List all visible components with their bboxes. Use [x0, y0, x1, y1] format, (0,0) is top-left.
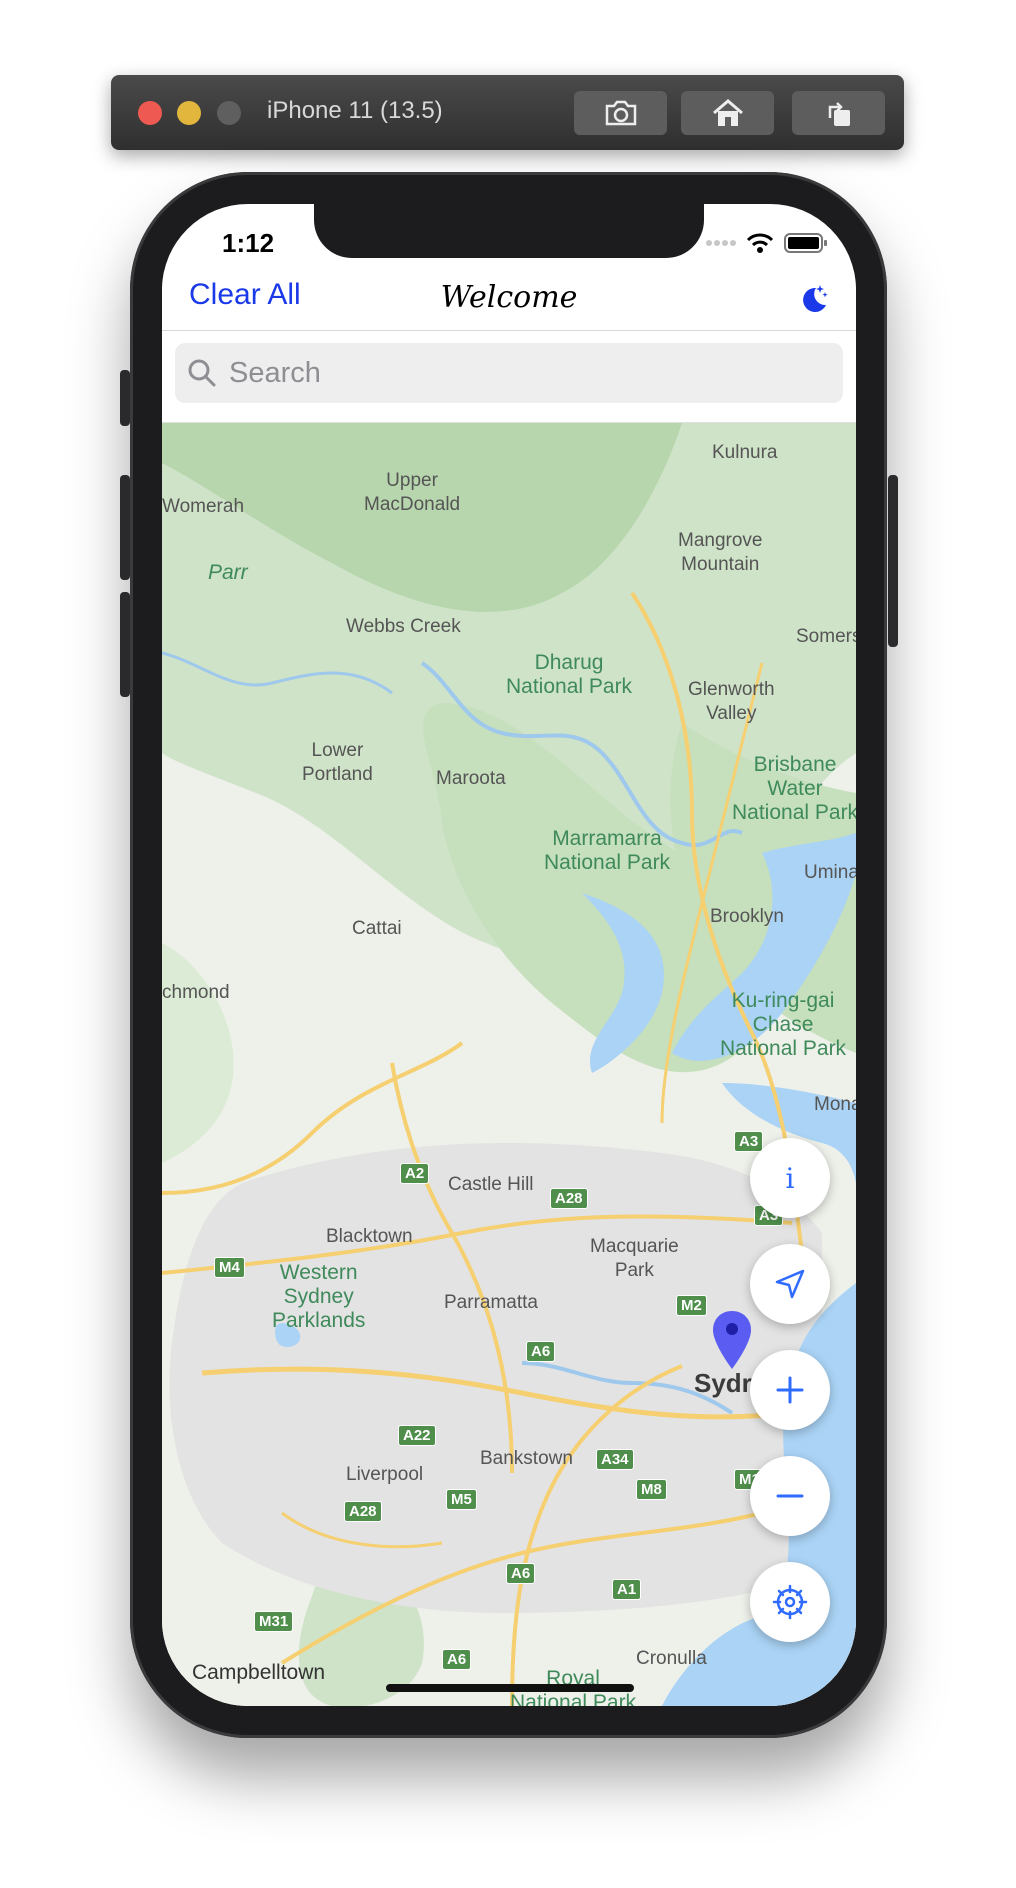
simulator-toolbar: iPhone 11 (13.5) [111, 75, 904, 150]
info-button[interactable]: i [750, 1138, 830, 1218]
zoom-window-button[interactable] [217, 101, 241, 125]
zoom-in-icon [776, 1376, 804, 1404]
road-shield: A34 [596, 1449, 634, 1470]
road-shield: A28 [344, 1501, 382, 1522]
map-label: Maroota [436, 768, 506, 789]
map-label: Upper MacDonald [364, 470, 461, 515]
road-shield: A3 [734, 1131, 764, 1152]
volume-up-button [120, 475, 130, 580]
power-button [888, 475, 898, 647]
map-label: Lower Portland [302, 740, 373, 785]
map-terrain [162, 423, 856, 1706]
home-icon [712, 99, 743, 126]
map-label: Glenworth Valley [688, 679, 775, 724]
road-shield: A2 [400, 1163, 430, 1184]
navigation-bar: Clear All Welcome [162, 270, 856, 331]
page-title: Welcome [440, 280, 578, 315]
current-location-button[interactable] [750, 1244, 830, 1324]
map-label: Womerah [162, 496, 245, 517]
map-label: Brisbane Water National Park [732, 753, 856, 824]
location-arrow-icon [775, 1269, 805, 1299]
map-label: Campbelltown [192, 1661, 326, 1684]
home-indicator[interactable] [386, 1684, 634, 1692]
map-label: Brooklyn [710, 906, 784, 927]
map-label: Liverpool [346, 1464, 424, 1485]
map-label: Castle Hill [448, 1174, 534, 1195]
simulator-title: iPhone 11 (13.5) [267, 97, 443, 124]
map-label: Webbs Creek [346, 616, 461, 637]
settings-icon [772, 1584, 808, 1620]
road-shield: A6 [442, 1649, 472, 1670]
close-window-button[interactable] [138, 101, 162, 125]
silent-switch [120, 370, 130, 426]
search-field[interactable] [175, 343, 843, 403]
map-label: Cattai [352, 918, 402, 939]
minimize-window-button[interactable] [177, 101, 201, 125]
map-label: Dharug National Park [506, 651, 633, 698]
map-label: Kulnura [712, 442, 778, 463]
map-label: Umina [804, 862, 856, 883]
map-label: Sydr [694, 1368, 752, 1398]
road-shield: M4 [214, 1257, 245, 1278]
camera-icon [605, 100, 636, 126]
road-shield: A6 [506, 1563, 536, 1584]
map-label: Somers [796, 626, 856, 647]
location-pin-icon[interactable] [711, 1309, 753, 1371]
map-label: Mangrove Mountain [678, 530, 763, 575]
map-label: Macquarie Park [590, 1236, 679, 1281]
map-label: Blacktown [326, 1226, 413, 1247]
map-label: Ku-ring-gai Chase National Park [720, 989, 847, 1060]
info-icon: i [785, 1161, 795, 1195]
device-screen: 1:12 Clear All Welcome Search Kulnura Up… [162, 204, 856, 1706]
volume-down-button [120, 592, 130, 697]
road-shield: A28 [550, 1188, 588, 1209]
wifi-icon [746, 233, 774, 253]
map-view[interactable]: Kulnura Upper MacDonald Womerah Parr Man… [162, 423, 856, 1706]
road-shield: M5 [446, 1489, 477, 1510]
screenshot-button[interactable] [574, 91, 667, 135]
rotate-icon [828, 102, 850, 126]
battery-icon [784, 233, 827, 253]
map-label: Bankstown [480, 1448, 573, 1469]
settings-button[interactable] [750, 1562, 830, 1642]
road-shield: A1 [612, 1579, 642, 1600]
road-shield: M31 [254, 1611, 294, 1632]
search-icon [188, 359, 216, 387]
search-input[interactable] [227, 355, 791, 391]
map-label: chmond [162, 982, 230, 1003]
search-bar [162, 331, 856, 423]
zoom-out-button[interactable] [750, 1456, 830, 1536]
road-shield: M2 [676, 1295, 707, 1316]
map-label: Marramarra National Park [544, 827, 671, 874]
zoom-in-button[interactable] [750, 1350, 830, 1430]
status-time: 1:12 [222, 228, 275, 258]
zoom-out-icon [776, 1494, 804, 1498]
road-shield: A22 [398, 1425, 436, 1446]
map-label: Cronulla [636, 1648, 707, 1669]
map-label: Parramatta [444, 1292, 538, 1313]
status-indicators [706, 232, 828, 254]
map-label: Parr [208, 561, 248, 584]
road-shield: M8 [636, 1479, 667, 1500]
home-button[interactable] [681, 91, 774, 135]
notch [314, 204, 704, 258]
cellular-signal-icon [706, 240, 736, 246]
road-shield: A6 [526, 1341, 556, 1362]
map-label: Western Sydney Parklands [272, 1261, 366, 1332]
dark-mode-button[interactable] [796, 282, 830, 321]
map-label: Mona [814, 1094, 856, 1115]
rotate-button[interactable] [792, 91, 885, 135]
dark-mode-moon-icon [803, 285, 828, 312]
